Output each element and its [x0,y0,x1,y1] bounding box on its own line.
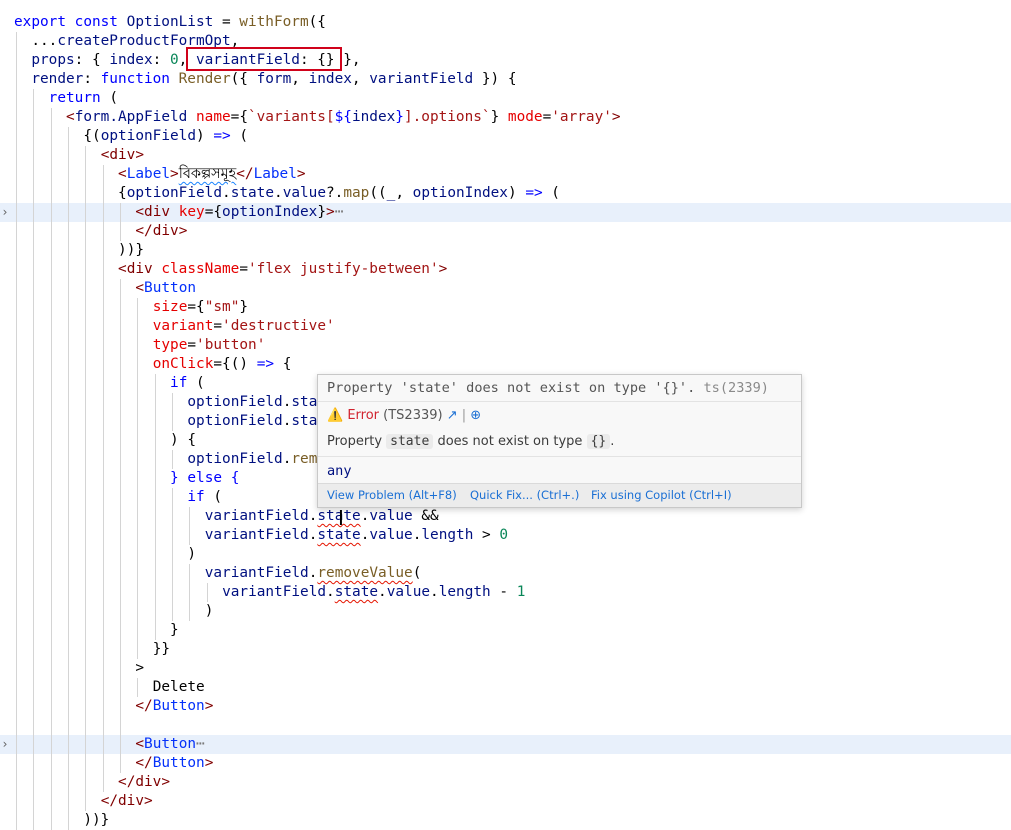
indent-guide [68,127,70,830]
code-line[interactable]: {optionField.state.value?.map((_, option… [0,184,1011,203]
globe-icon[interactable]: ⊕ [470,408,481,423]
code-line[interactable]: ))} [0,241,1011,260]
code-line[interactable]: size={"sm"} [0,298,1011,317]
indent-guide [172,393,174,431]
indent-guide [120,279,122,773]
hover-type-line: any [327,463,352,479]
fold-chevron-icon[interactable]: › [0,203,10,222]
indent-guide [172,450,174,469]
code-line[interactable]: </div> [0,222,1011,241]
code-line[interactable]: </Button> [0,697,1011,716]
code-line[interactable]: onClick={() => { [0,355,1011,374]
error-label: Error [347,408,380,423]
indent-guide [50,108,52,830]
text-cursor-icon: Ⅰ [338,506,344,530]
code-line[interactable]: <div> [0,146,1011,165]
code-line[interactable]: </div> [0,792,1011,811]
code-line[interactable]: <Label>বিকল্পসমূহ</Label> [0,165,1011,184]
indent-guide [16,32,17,830]
hover-message-type: {} [586,434,611,449]
code-line[interactable]: </div> [0,773,1011,792]
code-line[interactable]: <div className='flex justify-between'> [0,260,1011,279]
code-line[interactable]: return ( [0,89,1011,108]
code-line[interactable]: variant='destructive' [0,317,1011,336]
code-line[interactable]: render: function Render({ form, index, v… [0,70,1011,89]
open-external-icon[interactable]: ↗ [447,408,458,423]
hover-error-line: ⚠️ Error (TS2339) ↗ | ⊕ [327,408,482,423]
fold-chevron-icon[interactable]: › [0,735,10,754]
view-problem-link[interactable]: View Problem (Alt+F8) [327,484,457,506]
warning-icon: ⚠️ [327,408,344,423]
hover-signature: Property 'state' does not exist on type … [318,375,801,402]
indent-guide [189,507,191,545]
code-line[interactable]: export const OptionList = withForm({ [0,13,1011,32]
code-line[interactable]: > [0,659,1011,678]
code-line[interactable]: variantField.state.value.length - 1 [0,583,1011,602]
indent-guide [137,678,139,697]
code-line[interactable]: › <div key={optionIndex}>⋯ [0,203,1011,222]
code-line[interactable]: variantField.state.value.length > 0 [0,526,1011,545]
code-line[interactable]: }} [0,640,1011,659]
hover-message-property: state [386,434,434,449]
hover-tooltip: Property 'state' does not exist on type … [317,374,802,508]
hover-signature-text: Property 'state' does not exist on type … [327,380,696,396]
code-line[interactable]: ...createProductFormOpt, [0,32,1011,51]
indent-guide [137,298,139,659]
indent-guide [154,374,156,640]
code-line[interactable]: {(optionField) => ( [0,127,1011,146]
annotation-highlight-box [186,47,342,71]
hover-status-bar: View Problem (Alt+F8) Quick Fix... (Ctrl… [318,483,801,507]
code-line[interactable] [0,716,1011,735]
indent-guide [33,89,35,830]
copilot-fix-link[interactable]: Fix using Copilot (Ctrl+I) [591,484,732,506]
code-line[interactable]: </Button> [0,754,1011,773]
hover-signature-code: ts(2339) [703,380,769,396]
hover-message: Property state does not exist on type {}… [327,434,615,449]
code-line[interactable]: <form.AppField name={`variants[${index}]… [0,108,1011,127]
code-line[interactable]: <Button [0,279,1011,298]
indent-guide [172,488,174,621]
indent-guide [120,203,122,241]
indent-guide [85,146,87,811]
code-line[interactable]: } [0,621,1011,640]
indent-guide [102,165,104,792]
code-line[interactable]: Delete [0,678,1011,697]
code-line[interactable]: props: { index: 0, variantField: {} }, [0,51,1011,70]
indent-guide [189,564,191,621]
code-line[interactable]: variantField.state.value && [0,507,1011,526]
code-line[interactable]: ) [0,545,1011,564]
error-code: (TS2339) [383,408,443,423]
code-line[interactable]: ) [0,602,1011,621]
code-line[interactable]: type='button' [0,336,1011,355]
code-line[interactable]: variantField.removeValue( [0,564,1011,583]
quick-fix-link[interactable]: Quick Fix... (Ctrl+.) [470,484,579,506]
indent-guide [206,583,208,602]
code-line[interactable]: › <Button⋯ [0,735,1011,754]
